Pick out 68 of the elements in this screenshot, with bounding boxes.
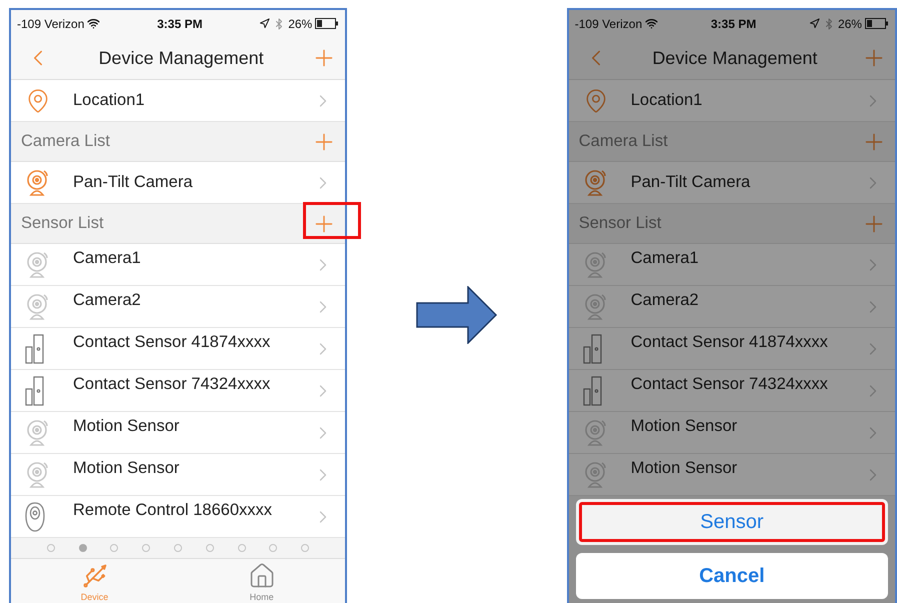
contact-sensor-icon (25, 376, 45, 406)
device-name: Motion Sensor (630, 459, 738, 478)
device-name: Camera1 (630, 249, 700, 268)
device-name: Contact Sensor 74324xxxx (73, 375, 272, 394)
page-dot[interactable] (142, 544, 150, 552)
device-name: Remote Control 18660xxxx (73, 501, 274, 520)
highlight-frame (303, 202, 362, 239)
device-name: Contact Sensor 41874xxxx (630, 333, 829, 352)
section-title: Sensor List (21, 214, 104, 233)
webcam-icon (25, 460, 51, 488)
section-title: Camera List (21, 132, 110, 151)
carrier-signal: -109 Verizon (574, 16, 642, 30)
cancel-button[interactable]: Cancel (576, 553, 888, 599)
battery-percent: 26% (288, 16, 312, 30)
device-name: Pan-Tilt Camera (73, 173, 194, 192)
device-name: Motion Sensor (73, 459, 180, 478)
wifi-icon (87, 17, 100, 30)
device-name: Camera2 (73, 291, 142, 310)
page-dot[interactable] (206, 544, 214, 552)
page-dot[interactable] (301, 544, 310, 552)
device-name: Contact Sensor 41874xxxx (73, 333, 272, 352)
page-dot[interactable] (78, 544, 87, 552)
webcam-icon (582, 250, 609, 278)
page-dot[interactable] (46, 544, 55, 552)
right-arrow-icon (416, 286, 498, 344)
webcam-icon (25, 292, 51, 320)
webcam-icon (25, 168, 51, 196)
webcam-icon (582, 168, 609, 196)
section-title: Sensor List (578, 214, 662, 233)
device-name: Motion Sensor (630, 417, 738, 436)
battery-icon (864, 18, 889, 29)
device-name: Location1 (630, 91, 704, 110)
device-name: Camera1 (73, 249, 142, 268)
tab-label: Home (250, 592, 274, 602)
clock: 3:35 PM (157, 16, 202, 30)
wifi-icon (645, 17, 658, 30)
page-dot[interactable] (174, 544, 182, 552)
carrier-signal: -109 Verizon (17, 16, 84, 30)
device-name: Camera2 (630, 291, 700, 310)
section-title: Camera List (578, 132, 668, 151)
webcam-icon (582, 418, 609, 446)
webcam-icon (582, 292, 609, 320)
contact-sensor-icon (25, 334, 45, 364)
device-name: Motion Sensor (73, 417, 180, 436)
sheet-option[interactable]: Sensor (576, 499, 888, 545)
device-name: Contact Sensor 74324xxxx (630, 375, 829, 394)
page-dot[interactable] (110, 544, 118, 552)
screen-title: Device Management (652, 48, 818, 68)
home-icon (248, 562, 276, 590)
contact-sensor-icon (582, 376, 603, 406)
battery-percent: 26% (838, 16, 862, 30)
location-arrow-icon (259, 18, 270, 29)
clock: 3:35 PM (710, 16, 756, 30)
battery-icon (315, 18, 340, 29)
page-dot[interactable] (238, 544, 246, 552)
tab-label: Device (80, 592, 108, 602)
location-arrow-icon (808, 18, 820, 29)
tab[interactable]: Home (178, 559, 346, 603)
page-dot[interactable] (269, 544, 278, 552)
webcam-icon (25, 418, 51, 446)
device-name: Pan-Tilt Camera (630, 173, 752, 192)
usb-icon (80, 562, 109, 590)
remote-control-icon (25, 502, 45, 532)
contact-sensor-icon (582, 334, 603, 364)
screen-title: Device Management (98, 48, 264, 68)
webcam-icon (582, 460, 609, 488)
webcam-icon (25, 250, 51, 278)
device-name: Location1 (73, 91, 146, 110)
